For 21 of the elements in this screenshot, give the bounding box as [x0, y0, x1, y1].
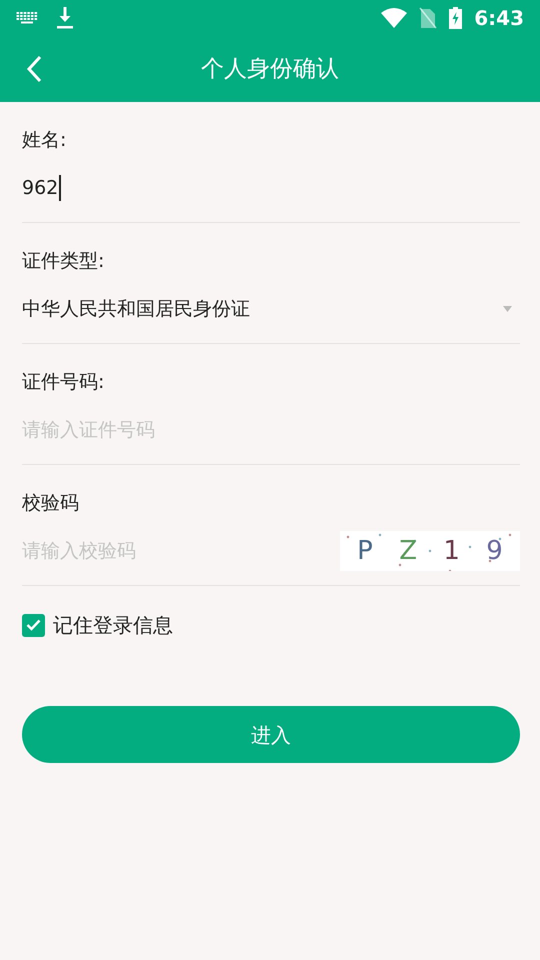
battery-charging-icon	[449, 7, 462, 29]
captcha-character: 1	[443, 534, 460, 568]
field-label: 证件号码:	[22, 370, 106, 395]
no-sim-icon	[419, 7, 438, 29]
id-type-dropdown[interactable]: 中华人民共和国居民身份证	[22, 289, 520, 329]
checkmark-icon	[26, 619, 41, 631]
captcha-character: 9	[486, 534, 503, 568]
page-title: 个人身份确认	[201, 54, 339, 84]
field-label: 校验码	[22, 491, 80, 516]
remember-checkbox[interactable]: 记住登录信息	[22, 610, 173, 640]
field-label: 姓名:	[22, 128, 68, 153]
keyboard-icon	[16, 12, 38, 24]
field-label: 证件类型:	[22, 249, 106, 274]
clock-time: 6:43	[474, 5, 524, 32]
input-field[interactable]: 962	[22, 174, 61, 202]
dropdown-caret-icon	[503, 306, 512, 312]
wifi-icon	[381, 7, 408, 29]
captcha-character: P	[357, 534, 373, 568]
captcha-image[interactable]: P Z 1 9	[340, 531, 520, 571]
captcha-character: Z	[399, 534, 418, 568]
download-icon	[56, 7, 74, 29]
